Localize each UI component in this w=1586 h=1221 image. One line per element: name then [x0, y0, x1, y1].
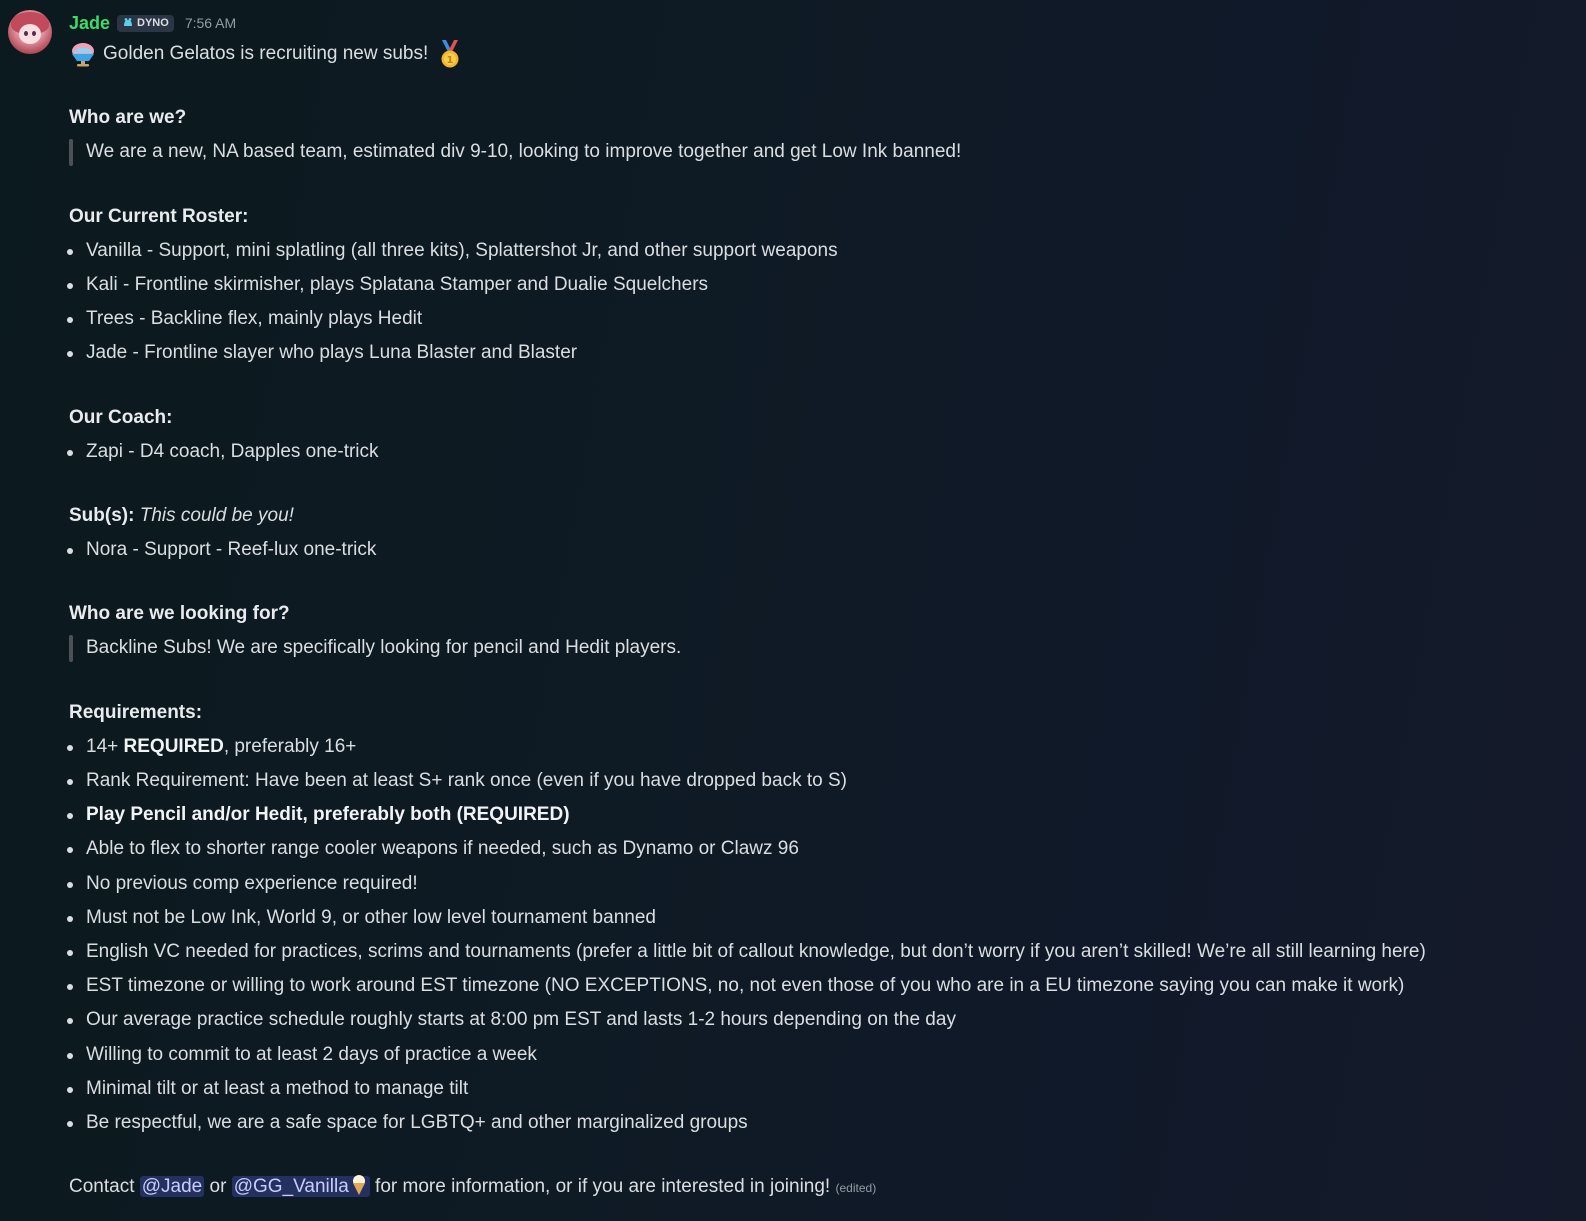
message-header: Jade DYNO 7:56 AM: [69, 12, 236, 34]
user-avatar[interactable]: [8, 10, 52, 54]
timestamp[interactable]: 7:56 AM: [185, 15, 236, 31]
subs-heading: Sub(s):: [69, 504, 135, 526]
list-item: Minimal tilt or at least a method to man…: [67, 1072, 1579, 1106]
list-item: Able to flex to shorter range cooler wea…: [67, 832, 1579, 866]
list-item: Must not be Low Ink, World 9, or other l…: [67, 901, 1579, 935]
list-item: Our average practice schedule roughly st…: [67, 1003, 1579, 1037]
looking-heading: Who are we looking for?: [69, 603, 290, 625]
message-content: Golden Gelatos is recruiting new subs! 1…: [67, 37, 1579, 1204]
roster-list: Vanilla - Support, mini splatling (all t…: [67, 234, 1579, 371]
intro-text: Golden Gelatos is recruiting new subs!: [103, 43, 429, 64]
mention-gg-vanilla[interactable]: @GG_Vanilla: [231, 1175, 370, 1198]
list-item: Rank Requirement: Have been at least S+ …: [67, 764, 1579, 798]
contact-line: Contact @Jade or @GG_Vanilla for more in…: [69, 1175, 877, 1198]
subs-heading-line: Sub(s): This could be you!: [69, 499, 1579, 533]
coach-list: Zapi - D4 coach, Dapples one-trick: [67, 435, 1579, 469]
list-item: Play Pencil and/or Hedit, preferably bot…: [67, 798, 1579, 832]
list-item: Be respectful, we are a safe space for L…: [67, 1106, 1579, 1140]
roster-heading: Our Current Roster:: [69, 205, 249, 227]
who-quote: We are a new, NA based team, estimated d…: [69, 135, 1579, 169]
list-item: Jade - Frontline slayer who plays Luna B…: [67, 336, 1579, 370]
gold-medal-icon: 1: [441, 40, 459, 68]
list-item: Vanilla - Support, mini splatling (all t…: [67, 234, 1579, 268]
list-item: Kali - Frontline skirmisher, plays Splat…: [67, 268, 1579, 302]
list-item: Nora - Support - Reef-lux one-trick: [67, 533, 1579, 567]
username[interactable]: Jade: [69, 13, 110, 34]
list-item: Trees - Backline flex, mainly plays Hedi…: [67, 302, 1579, 336]
server-tag-icon: [124, 18, 133, 26]
requirements-list: 14+ REQUIRED, preferably 16+ Rank Requir…: [67, 730, 1579, 1140]
chat-message: Jade DYNO 7:56 AM Golden Gelatos is recr…: [0, 0, 1586, 1221]
looking-quote: Backline Subs! We are specifically looki…: [69, 631, 1579, 665]
subs-italic: This could be you!: [139, 504, 294, 526]
svg-text:1: 1: [447, 55, 454, 66]
server-tag-label: DYNO: [137, 17, 169, 29]
shaved-ice-icon: [72, 43, 94, 67]
who-heading: Who are we?: [69, 107, 187, 129]
list-item: No previous comp experience required!: [67, 867, 1579, 901]
edited-label: (edited): [835, 1181, 877, 1196]
server-tag[interactable]: DYNO: [117, 14, 174, 32]
list-item: Willing to commit to at least 2 days of …: [67, 1038, 1579, 1072]
subs-list: Nora - Support - Reef-lux one-trick: [67, 533, 1579, 567]
requirements-heading: Requirements:: [69, 701, 203, 723]
list-item: Zapi - D4 coach, Dapples one-trick: [67, 435, 1579, 469]
ice-cream-icon: [352, 1175, 365, 1196]
list-item: EST timezone or willing to work around E…: [67, 969, 1579, 1003]
list-item: 14+ REQUIRED, preferably 16+: [67, 730, 1579, 764]
mention-jade[interactable]: @Jade: [139, 1176, 205, 1198]
coach-heading: Our Coach:: [69, 406, 173, 428]
intro-line: Golden Gelatos is recruiting new subs! 1: [69, 37, 1579, 71]
list-item: English VC needed for practices, scrims …: [67, 935, 1579, 969]
